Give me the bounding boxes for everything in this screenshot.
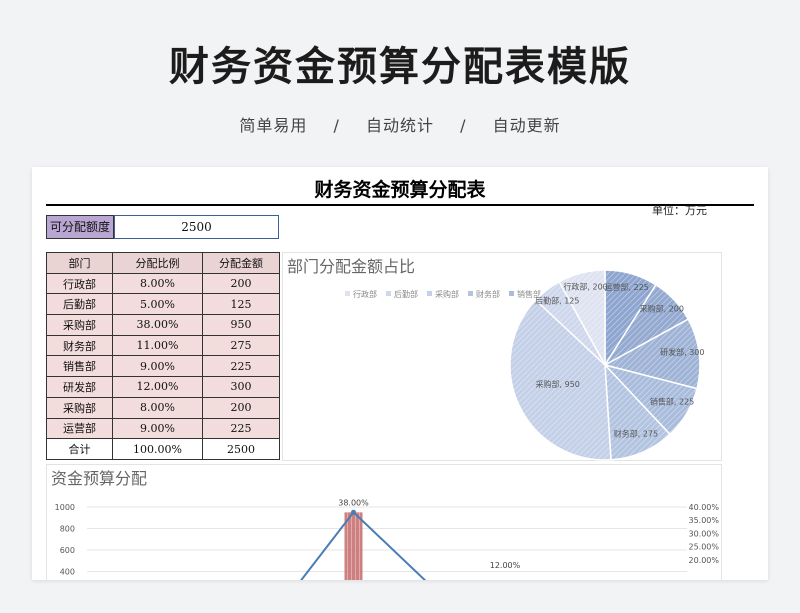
total-amount[interactable]: 2500 [202, 438, 280, 460]
pie-data-label: 财务部, 275 [614, 429, 658, 439]
table-row: 研发部 12.00% 300 [46, 376, 280, 398]
cell-ratio[interactable]: 8.00% [112, 272, 203, 295]
table-total-row: 合计 100.00% 2500 [46, 438, 280, 460]
header-ratio[interactable]: 分配比例 [112, 252, 203, 274]
cell-amount[interactable]: 300 [202, 376, 280, 398]
cell-amount[interactable]: 225 [202, 417, 280, 440]
cell-amount[interactable]: 275 [202, 334, 280, 357]
pie-chart-title: 部门分配金额占比 [287, 257, 415, 276]
bar-data-labels: 38.00%11.00%12.00% [338, 498, 521, 570]
legend-label: 财务部 [476, 289, 500, 299]
tag-separator: / [460, 116, 467, 135]
cell-dept[interactable]: 行政部 [46, 272, 113, 295]
table-row: 后勤部 5.00% 125 [46, 293, 280, 316]
cell-dept[interactable]: 销售部 [46, 355, 113, 378]
cell-dept[interactable]: 后勤部 [46, 293, 113, 316]
tag-separator: / [333, 116, 340, 135]
cell-dept[interactable]: 财务部 [46, 334, 113, 357]
spreadsheet-preview: 财务资金预算分配表 单位：万元 可分配额度 2500 部门 分配比例 分配金额 … [32, 167, 768, 580]
pie-data-label: 采购部, 200 [640, 304, 684, 314]
pie-data-label: 研发部, 300 [660, 347, 704, 357]
tag-easy: 简单易用 [239, 116, 308, 135]
header-dept[interactable]: 部门 [46, 252, 113, 274]
pie-data-label: 运营部, 225 [605, 282, 649, 292]
cell-amount[interactable]: 200 [202, 272, 280, 295]
allocation-table: 部门 分配比例 分配金额 行政部 8.00% 200 后勤部 5.00% 125… [46, 252, 280, 460]
cell-ratio[interactable]: 5.00% [112, 293, 203, 316]
total-label[interactable]: 合计 [46, 438, 113, 460]
pie-data-label: 销售部, 225 [650, 397, 694, 407]
hero-title: 财务资金预算分配表模版 [169, 44, 631, 90]
y-tick-label: 1000 [55, 503, 75, 512]
pie-chart-box[interactable]: 部门分配金额占比 行政部后勤部采购部财务部销售部研发部采购部运营部 行政部, 2… [282, 252, 722, 461]
legend-swatch [468, 291, 473, 296]
pie-chart: 部门分配金额占比 行政部后勤部采购部财务部销售部研发部采购部运营部 行政部, 2… [287, 257, 704, 461]
y-tick-label: 400 [60, 568, 75, 577]
y2-tick-label: 30.00% [688, 529, 719, 538]
legend-swatch [509, 291, 514, 296]
header-amount[interactable]: 分配金额 [202, 252, 280, 274]
y2-tick-label: 25.00% [688, 543, 719, 552]
quota-label: 可分配额度 [46, 215, 114, 239]
bar-data-label: 38.00% [338, 498, 369, 507]
legend-label: 采购部 [435, 289, 459, 299]
hero-subtitle: 简单易用 / 自动统计 / 自动更新 [0, 112, 800, 136]
table-row: 销售部 9.00% 225 [46, 355, 280, 378]
cell-ratio[interactable]: 38.00% [112, 314, 203, 336]
cell-dept[interactable]: 运营部 [46, 417, 113, 440]
table-header-row: 部门 分配比例 分配金额 [46, 252, 280, 274]
table-row: 运营部 9.00% 225 [46, 417, 280, 440]
unit-label: 单位：万元 [652, 204, 707, 217]
quota-input[interactable]: 2500 [114, 215, 279, 239]
pie-data-label: 行政部, 200 [563, 282, 607, 292]
sheet-title: 财务资金预算分配表 [46, 175, 754, 206]
table-row: 采购部 38.00% 950 [46, 314, 280, 336]
y2-tick-label: 35.00% [688, 516, 719, 525]
y-tick-label: 600 [60, 546, 75, 555]
legend-swatch [427, 291, 432, 296]
pie-data-label: 后勤部, 125 [535, 295, 579, 305]
cell-amount[interactable]: 950 [202, 314, 280, 336]
bar-chart: 资金预算分配 1000 800 600 400 40.00% 35.00% 30.00% 2… [51, 469, 719, 580]
legend-swatch [386, 291, 391, 296]
cell-amount[interactable]: 125 [202, 293, 280, 316]
tag-auto-stat: 自动统计 [365, 116, 434, 135]
cell-ratio[interactable]: 11.00% [112, 334, 203, 357]
bar-y2-axis: 40.00% 35.00% 30.00% 25.00% 20.00% [688, 503, 719, 565]
tag-auto-update: 自动更新 [492, 116, 561, 135]
legend-label: 后勤部 [394, 289, 418, 299]
cell-amount[interactable]: 200 [202, 396, 280, 419]
pie-data-label: 采购部, 950 [536, 379, 580, 389]
bar-marks [300, 509, 427, 580]
cell-ratio[interactable]: 9.00% [112, 417, 203, 440]
cell-ratio[interactable]: 9.00% [112, 355, 203, 378]
cell-dept[interactable]: 研发部 [46, 376, 113, 398]
cell-dept[interactable]: 采购部 [46, 396, 113, 419]
bar-y-axis: 1000 800 600 400 [55, 503, 75, 577]
bar-chart-title: 资金预算分配 [51, 469, 147, 488]
table-row: 财务部 11.00% 275 [46, 334, 280, 357]
y-tick-label: 800 [60, 525, 75, 534]
table-row: 行政部 8.00% 200 [46, 272, 280, 295]
cell-dept[interactable]: 采购部 [46, 314, 113, 336]
cell-amount[interactable]: 225 [202, 355, 280, 378]
y2-tick-label: 40.00% [688, 503, 719, 512]
legend-label: 行政部 [353, 289, 377, 299]
table-row: 采购部 8.00% 200 [46, 396, 280, 419]
bar-data-label: 12.00% [490, 561, 521, 570]
cell-ratio[interactable]: 8.00% [112, 396, 203, 419]
legend-swatch [345, 291, 350, 296]
line-point [351, 509, 356, 515]
bar-chart-box[interactable]: 资金预算分配 1000 800 600 400 40.00% 35.00% 30.00% 2… [46, 464, 722, 580]
bar-gridlines [87, 506, 687, 572]
y2-tick-label: 20.00% [688, 556, 719, 565]
total-ratio[interactable]: 100.00% [112, 438, 203, 460]
cell-ratio[interactable]: 12.00% [112, 376, 203, 398]
